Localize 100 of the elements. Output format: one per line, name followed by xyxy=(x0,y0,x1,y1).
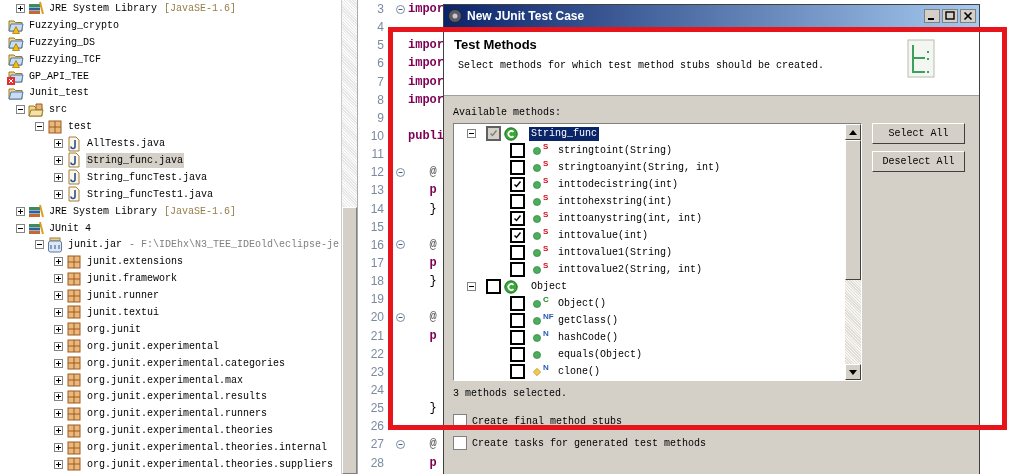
checkbox[interactable] xyxy=(453,436,467,450)
tree-item[interactable]: JRE System Library xyxy=(48,0,159,16)
expander-icon[interactable] xyxy=(54,460,63,469)
checkbox[interactable] xyxy=(486,126,501,141)
modifier-label: N xyxy=(543,363,549,372)
expander-icon[interactable] xyxy=(54,307,63,317)
list-item[interactable]: inttoanystring(int, int) xyxy=(556,211,705,226)
expander-icon[interactable] xyxy=(54,274,63,284)
list-item[interactable]: hashCode() xyxy=(556,330,620,345)
tree-item[interactable]: org.junit.experimental xyxy=(86,338,221,354)
checkbox[interactable] xyxy=(510,330,525,345)
expander-icon[interactable] xyxy=(54,392,63,402)
list-item[interactable]: stringtoanyint(String, int) xyxy=(556,160,723,175)
checkbox[interactable] xyxy=(486,279,501,294)
tree-item[interactable]: test xyxy=(67,119,93,135)
tree-item[interactable]: junit.runner xyxy=(86,288,160,304)
expander-icon[interactable] xyxy=(467,282,476,291)
tree-item[interactable]: org.junit.experimental.results xyxy=(86,389,269,405)
tree-item[interactable]: Junit_test xyxy=(28,85,90,101)
expander-icon[interactable] xyxy=(54,443,63,453)
expander-icon[interactable] xyxy=(54,375,63,385)
tree-item[interactable]: String_funcTest.java xyxy=(86,169,209,185)
list-item[interactable]: inttovalue1(String) xyxy=(556,245,675,260)
code-text: } xyxy=(428,401,437,416)
list-item[interactable]: Object xyxy=(529,279,569,294)
tree-item[interactable]: org.junit.experimental.max xyxy=(86,372,245,388)
tree-item[interactable]: junit.extensions xyxy=(86,254,184,270)
tree-item[interactable]: src xyxy=(48,102,68,118)
checkbox[interactable] xyxy=(510,228,525,243)
action-button[interactable]: Select All xyxy=(872,123,965,144)
expander-icon[interactable] xyxy=(54,189,63,199)
tree-item[interactable]: junit.jar xyxy=(67,237,123,253)
checkbox[interactable] xyxy=(510,245,525,260)
checkbox[interactable] xyxy=(510,347,525,362)
tree-item[interactable]: AllTests.java xyxy=(86,136,166,152)
expander-icon[interactable] xyxy=(16,3,25,13)
tree-item[interactable]: org.junit.experimental.theories.suppliers xyxy=(86,457,335,472)
expander-icon[interactable] xyxy=(54,257,63,267)
tree-item[interactable]: junit.framework xyxy=(86,271,178,287)
list-item[interactable]: equals(Object) xyxy=(556,347,644,362)
list-item[interactable]: inttovalue2(String, int) xyxy=(556,262,705,277)
tree-item[interactable]: GP_API_TEE xyxy=(28,68,90,84)
tree-item[interactable]: org.junit.experimental.theories.internal xyxy=(86,440,329,456)
list-item[interactable]: getClass() xyxy=(556,313,620,328)
tree-item[interactable]: Fuzzying_crypto xyxy=(28,17,120,33)
minimize-button[interactable] xyxy=(924,9,940,23)
expander-icon[interactable] xyxy=(16,206,25,216)
list-item[interactable]: Object() xyxy=(556,296,608,311)
tree-item[interactable]: JRE System Library xyxy=(48,203,159,219)
expander-icon[interactable] xyxy=(54,172,63,182)
expander-icon[interactable] xyxy=(35,122,44,132)
list-item[interactable]: stringtoint(String) xyxy=(556,143,675,158)
expander-icon[interactable] xyxy=(54,155,63,165)
list-item[interactable]: clone() xyxy=(556,364,602,379)
tree-item[interactable]: org.junit xyxy=(86,321,142,337)
checkbox[interactable] xyxy=(510,262,525,277)
list-item[interactable]: inttodecistring(int) xyxy=(556,177,681,192)
scrollbar[interactable] xyxy=(845,124,861,380)
checkbox[interactable] xyxy=(510,160,525,175)
tree-item[interactable]: org.junit.experimental.runners xyxy=(86,406,269,422)
action-button[interactable]: Deselect All xyxy=(872,151,965,172)
list-item[interactable]: String_func xyxy=(529,126,599,141)
arrow-up-icon[interactable] xyxy=(849,129,857,135)
checkbox[interactable] xyxy=(510,364,525,379)
tree-item[interactable]: org.junit.experimental.theories xyxy=(86,423,275,439)
expander-icon[interactable] xyxy=(54,426,63,436)
tree-item[interactable]: String_func.java xyxy=(86,152,184,168)
expander-icon[interactable] xyxy=(16,105,25,115)
fold-icon[interactable] xyxy=(396,240,405,250)
tree-item[interactable]: JUnit 4 xyxy=(48,220,92,236)
scrollbar[interactable] xyxy=(341,0,357,474)
checkbox[interactable] xyxy=(510,143,525,158)
tree-item[interactable]: Fuzzying_TCF xyxy=(28,51,102,67)
checkbox[interactable] xyxy=(510,177,525,192)
expander-icon[interactable] xyxy=(54,291,63,301)
expander-icon[interactable] xyxy=(54,324,63,334)
list-item[interactable]: inttohexstring(int) xyxy=(556,194,675,209)
fold-icon[interactable] xyxy=(396,439,405,449)
checkbox[interactable] xyxy=(510,211,525,226)
fold-icon[interactable] xyxy=(396,4,405,14)
arrow-down-icon[interactable] xyxy=(849,369,857,375)
close-button[interactable] xyxy=(960,9,976,23)
tree-item[interactable]: junit.textui xyxy=(86,304,160,320)
expander-icon[interactable] xyxy=(35,240,44,250)
tree-item[interactable]: org.junit.experimental.categories xyxy=(86,355,287,371)
expander-icon[interactable] xyxy=(54,341,63,351)
fold-icon[interactable] xyxy=(396,167,405,177)
checkbox[interactable] xyxy=(510,313,525,328)
maximize-button[interactable] xyxy=(942,9,958,23)
expander-icon[interactable] xyxy=(54,139,63,149)
expander-icon[interactable] xyxy=(54,358,63,368)
expander-icon[interactable] xyxy=(54,409,63,419)
expander-icon[interactable] xyxy=(16,223,25,233)
fold-icon[interactable] xyxy=(396,312,405,322)
list-item[interactable]: inttovalue(int) xyxy=(556,228,650,243)
expander-icon[interactable] xyxy=(467,129,476,138)
checkbox[interactable] xyxy=(510,194,525,209)
checkbox[interactable] xyxy=(510,296,525,311)
tree-item[interactable]: Fuzzying_DS xyxy=(28,34,96,50)
tree-item[interactable]: String_funcTest1.java xyxy=(86,186,215,202)
